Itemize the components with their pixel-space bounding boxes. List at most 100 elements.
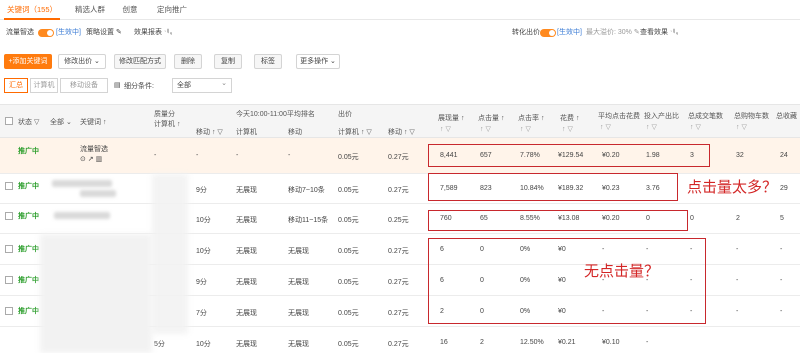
header-quality-mobile[interactable]: 移动 ↑ ▽: [196, 127, 223, 137]
sort-filter-icons[interactable]: ↑ ▽: [646, 123, 657, 131]
table-header: 状态 ▽ 全部 ⌄ 关键词 ↑ 质量分 计算机 ↑ 移动 ↑ ▽ 今天10:00…: [0, 104, 800, 138]
row-cost: ¥0.21: [558, 339, 576, 346]
add-keyword-button[interactable]: +添加关键词: [4, 54, 52, 69]
modify-match-button[interactable]: 修改匹配方式: [114, 54, 166, 69]
row-quality-pc: 5分: [154, 341, 165, 348]
header-cart[interactable]: 总购物车数: [734, 111, 769, 121]
header-all[interactable]: 全部 ⌄: [50, 117, 72, 127]
annotation-box-row2: [428, 173, 678, 201]
header-keyword[interactable]: 关键词 ↑: [80, 117, 106, 127]
row-deals: 0: [690, 215, 694, 222]
tab-creative[interactable]: 创意: [118, 0, 142, 20]
sort-filter-icons[interactable]: ↑ ▽: [736, 123, 747, 131]
strategy-setting-link[interactable]: 策略设置 ✎: [86, 26, 122, 40]
condition-select[interactable]: 全部: [172, 77, 232, 93]
more-actions-button[interactable]: 更多操作 ⌄: [296, 54, 340, 69]
sort-filter-icons[interactable]: ↑ ▽: [600, 123, 611, 131]
header-bid-pc[interactable]: 计算机 ↑ ▽: [338, 127, 372, 137]
sort-filter-icons[interactable]: ↑ ▽: [690, 123, 701, 131]
header-cost[interactable]: 花费 ↑: [560, 113, 579, 123]
edit-icon[interactable]: ✎: [634, 29, 640, 36]
chart-icon: [164, 28, 172, 35]
traffic-smart-status: [生效中]: [56, 29, 81, 36]
row-cart: -: [736, 277, 739, 284]
header-roi[interactable]: 投入产出比: [644, 111, 679, 121]
row-keyword-icons[interactable]: ⊙ ↗ ▥: [80, 155, 102, 163]
condition-label: 细分条件:: [124, 83, 154, 90]
row-rank-mobile: 无展现: [288, 341, 309, 348]
view-effect-link[interactable]: 查看效果: [640, 26, 678, 40]
row-checkbox[interactable]: [5, 212, 13, 220]
effect-report-link[interactable]: 效果报表: [134, 26, 172, 40]
row-bid-pc[interactable]: 0.05元: [338, 277, 359, 287]
annotation-box-row1: [428, 144, 710, 167]
header-clicks[interactable]: 点击量 ↑: [478, 113, 504, 123]
tag-button[interactable]: 标签: [254, 54, 282, 69]
row-bid-pc[interactable]: 0.05元: [338, 308, 359, 318]
sort-filter-icons[interactable]: ↑ ▽: [520, 125, 531, 133]
conversion-bid-toggle[interactable]: [540, 29, 556, 37]
row-quality-mobile: 10分: [196, 341, 211, 348]
tab-audience[interactable]: 精选人群: [70, 0, 110, 20]
row-bid-pc[interactable]: 0.05元: [338, 339, 359, 349]
row-status: 推广中: [18, 183, 39, 190]
row-cart: 32: [736, 152, 744, 159]
chart-icon: [670, 28, 678, 35]
row-bid-mobile[interactable]: 0.27元: [388, 246, 409, 256]
modify-bid-button[interactable]: 修改出价 ⌄: [58, 54, 106, 69]
row-bid-mobile[interactable]: 0.27元: [388, 277, 409, 287]
row-status: 推广中: [18, 277, 39, 284]
header-deals[interactable]: 总成交笔数: [688, 111, 723, 121]
traffic-smart-toggle[interactable]: [38, 29, 54, 37]
row-cart: -: [736, 246, 739, 253]
sort-filter-icons[interactable]: ↑ ▽: [440, 125, 451, 133]
header-status[interactable]: 状态 ▽: [18, 117, 39, 127]
row-quality-mobile: -: [196, 152, 199, 159]
segment-computer[interactable]: 计算机: [30, 78, 58, 93]
tab-keywords[interactable]: 关键词（155）: [4, 0, 60, 20]
row-fav: -: [780, 277, 783, 284]
row-bid-mobile[interactable]: 0.25元: [388, 215, 409, 225]
row-bid-mobile[interactable]: 0.27元: [388, 185, 409, 195]
header-quality-pc[interactable]: 计算机 ↑: [154, 119, 180, 129]
row-rank-pc: 无展现: [236, 217, 257, 224]
header-bid-mobile[interactable]: 移动 ↑ ▽: [388, 127, 415, 137]
select-all-checkbox[interactable]: [5, 117, 13, 125]
max-premium-text: 最大溢价: 30% ✎: [586, 29, 640, 36]
row-rank-mobile: 无展现: [288, 279, 309, 286]
row-bid-pc[interactable]: 0.05元: [338, 185, 359, 195]
copy-button[interactable]: 复制: [214, 54, 242, 69]
header-fav[interactable]: 总收藏: [776, 111, 797, 121]
row-checkbox[interactable]: [5, 182, 13, 190]
blurred-region: [152, 174, 188, 334]
row-checkbox[interactable]: [5, 245, 13, 253]
blurred-region: [40, 234, 152, 353]
annotation-no-clicks: 无点击量？: [584, 262, 660, 280]
table-row[interactable]: 推广中 9分 无展现 移动7~10条 0.05元 0.27元 7,589 823…: [0, 174, 800, 204]
header-impressions[interactable]: 展现量 ↑: [438, 113, 464, 123]
row-quality-pc: -: [154, 152, 157, 159]
row-checkbox[interactable]: [5, 307, 13, 315]
row-cart: -: [736, 308, 739, 315]
header-avg-cpc[interactable]: 平均点击花费: [598, 111, 640, 121]
row-bid-mobile[interactable]: 0.27元: [388, 308, 409, 318]
row-clicks: 2: [480, 339, 484, 346]
sort-filter-icons[interactable]: ↑ ▽: [480, 125, 491, 133]
row-bid-mobile[interactable]: 0.27元: [388, 152, 409, 162]
tab-targeting[interactable]: 定向推广: [152, 0, 192, 20]
annotation-too-many-clicks: 点击量太多？: [687, 178, 778, 196]
row-status: 推广中: [18, 246, 39, 253]
sort-filter-icons[interactable]: ↑ ▽: [562, 125, 573, 133]
row-checkbox[interactable]: [5, 276, 13, 284]
conversion-bid-status: [生效中]: [557, 29, 582, 36]
row-bid-mobile[interactable]: 0.27元: [388, 339, 409, 349]
segment-summary[interactable]: 汇总: [4, 78, 28, 93]
row-bid-pc[interactable]: 0.05元: [338, 152, 359, 162]
row-rank-pc: 无展现: [236, 279, 257, 286]
row-bid-pc[interactable]: 0.05元: [338, 215, 359, 225]
row-rank-pc: 无展现: [236, 248, 257, 255]
delete-button[interactable]: 删除: [174, 54, 202, 69]
header-ctr[interactable]: 点击率 ↑: [518, 113, 544, 123]
segment-mobile[interactable]: 移动设备: [60, 78, 108, 93]
row-bid-pc[interactable]: 0.05元: [338, 246, 359, 256]
